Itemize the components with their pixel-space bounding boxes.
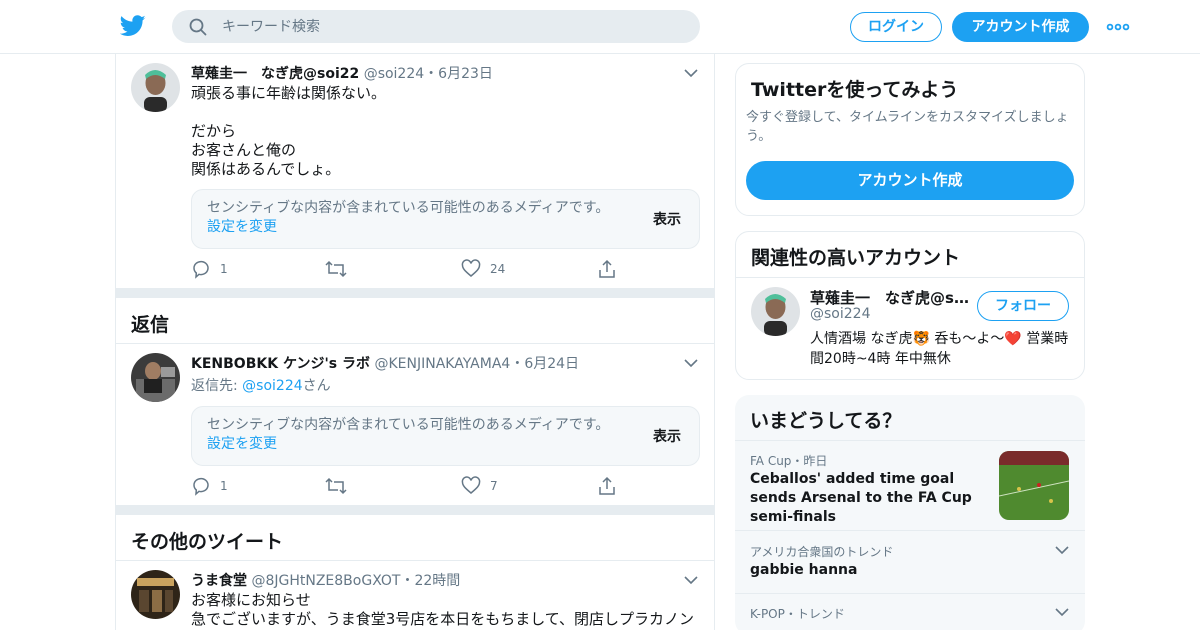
chevron-down-icon[interactable] <box>684 358 698 368</box>
account-bio: 人情酒場 なぎ虎🐯 呑も〜よ〜❤️ 営業時間20時~4時 年中無休 <box>810 331 1069 367</box>
change-settings-link[interactable]: 設定を変更 <box>207 219 277 235</box>
trend-item[interactable]: アメリカ合衆国のトレンド gabbie hanna <box>735 531 1085 593</box>
reply-to-handle-link[interactable]: @soi224 <box>242 378 302 394</box>
tweet[interactable]: 草薙圭一 なぎ虎@soi22 @soi224・6月23日 頑張る事に年齢は関係な… <box>116 54 714 288</box>
tweet[interactable]: KENBOBKK ケンジ's ラボ @KENJINAKAYAMA4・6月24日 … <box>116 344 714 505</box>
search-input[interactable] <box>222 10 682 43</box>
follow-button[interactable]: フォロー <box>977 291 1069 321</box>
twitter-bird-icon[interactable] <box>120 14 146 38</box>
separator-dot: ・ <box>400 573 415 589</box>
tweet-timestamp[interactable]: 6月24日 <box>524 356 579 372</box>
like-count: 24 <box>490 262 506 276</box>
sensitive-media-text: センシティブな内容が含まれている可能性のあるメディアです。設定を変更 <box>207 417 610 452</box>
related-accounts-title: 関連性の高いアカウント <box>751 247 961 269</box>
login-button[interactable]: ログイン <box>850 12 942 42</box>
signup-button[interactable]: アカウント作成 <box>952 12 1089 42</box>
tweet-author-handle[interactable]: @KENJINAKAYAMA4 <box>374 356 510 372</box>
divider <box>736 277 1084 278</box>
account-handle[interactable]: @soi224 <box>810 306 870 322</box>
tweet-text: 頑張る事に年齢は関係ない。 だから お客さんと俺の 関係はあるんでしょ。 <box>191 84 387 178</box>
avatar[interactable] <box>131 353 180 402</box>
tweet[interactable]: うま食堂 @8JGHtNZE8BoGXOT・22時間 お客様にお知らせ 急でござ… <box>116 561 714 630</box>
trends-card: いまどうしてる？ FA Cup・昨日 Ceballos' added time … <box>735 395 1085 630</box>
trend-item[interactable]: FA Cup・昨日 Ceballos' added time goal send… <box>735 395 1085 530</box>
retweet-icon <box>325 260 347 278</box>
related-accounts-card: 関連性の高いアカウント 草薙圭一 なぎ虎@soi22 @soi224 フォロー … <box>735 231 1085 380</box>
avatar[interactable] <box>751 287 800 336</box>
tweet-timestamp[interactable]: 6月23日 <box>438 66 493 82</box>
trend-meta: FA Cup・昨日 <box>750 454 828 468</box>
sensitive-media-notice: センシティブな内容が含まれている可能性のあるメディアです。設定を変更 表示 <box>191 189 700 249</box>
signup-promo-card: Twitterを使ってみよう 今すぐ登録して、タイムラインをカスタマイズしましょ… <box>735 63 1085 216</box>
search-icon <box>189 18 207 36</box>
like-count: 7 <box>490 479 498 493</box>
trend-meta: K-POP・トレンド <box>750 607 845 621</box>
like-button[interactable]: 24 <box>461 259 521 279</box>
top-navigation-bar: ログイン アカウント作成 <box>0 0 1200 54</box>
reply-icon <box>193 477 209 496</box>
retweet-icon <box>325 477 347 495</box>
share-button[interactable] <box>597 476 627 496</box>
change-settings-link[interactable]: 設定を変更 <box>207 436 277 452</box>
chevron-down-icon[interactable] <box>684 575 698 585</box>
reply-button[interactable]: 1 <box>191 259 251 279</box>
promo-title: Twitterを使ってみよう <box>751 79 959 101</box>
search-box[interactable] <box>172 10 700 43</box>
like-button[interactable]: 7 <box>461 476 521 496</box>
trend-title: gabbie hanna <box>750 562 858 578</box>
tweet-author-handle[interactable]: @8JGHtNZE8BoGXOT <box>251 573 400 589</box>
promo-subtitle: 今すぐ登録して、タイムラインをカスタマイズしましょう。 <box>746 110 1069 144</box>
share-icon <box>599 476 615 495</box>
tweet-author-name[interactable]: 草薙圭一 なぎ虎@soi22 <box>191 66 359 82</box>
trend-meta: アメリカ合衆国のトレンド <box>750 545 894 559</box>
show-media-button[interactable]: 表示 <box>653 209 681 229</box>
like-icon <box>461 476 481 494</box>
trend-title: Ceballos' added time goal sends Arsenal … <box>750 471 972 525</box>
share-button[interactable] <box>597 259 627 279</box>
main-timeline: 草薙圭一 なぎ虎@soi22 @soi224・6月23日 頑張る事に年齢は関係な… <box>115 54 715 630</box>
share-icon <box>599 259 615 278</box>
chevron-down-icon[interactable] <box>684 68 698 78</box>
tweet-text: お客様にお知らせ 急でございますが、うま食堂3号店を本日をもちまして、閉店しプラ… <box>191 591 695 628</box>
separator-dot: ・ <box>424 66 439 82</box>
account-name[interactable]: 草薙圭一 なぎ虎@soi22 <box>810 287 970 308</box>
tweet-author-name[interactable]: KENBOBKK ケンジ's ラボ <box>191 356 370 372</box>
more-dots-icon[interactable] <box>1106 20 1130 34</box>
sensitive-media-text: センシティブな内容が含まれている可能性のあるメディアです。設定を変更 <box>207 200 610 235</box>
avatar[interactable] <box>131 63 180 112</box>
separator-dot: ・ <box>510 356 525 372</box>
reply-count: 1 <box>220 479 228 493</box>
tweet-actions: 1 7 <box>191 476 631 496</box>
chevron-down-icon[interactable] <box>1055 545 1069 555</box>
replying-to: 返信先: @soi224さん <box>191 378 331 394</box>
reply-button[interactable]: 1 <box>191 476 251 496</box>
tweet-actions: 1 24 <box>191 259 631 279</box>
tweet-author-name[interactable]: うま食堂 <box>191 573 247 589</box>
retweet-button[interactable] <box>325 476 365 496</box>
more-tweets-heading: その他のツイート <box>131 531 284 553</box>
reply-count: 1 <box>220 262 228 276</box>
reply-icon <box>193 260 209 279</box>
section-separator <box>116 288 714 298</box>
retweet-button[interactable] <box>325 259 365 279</box>
tweet-author-handle[interactable]: @soi224 <box>364 66 424 82</box>
section-separator <box>116 505 714 515</box>
trend-thumbnail[interactable] <box>999 451 1069 520</box>
like-icon <box>461 259 481 277</box>
promo-signup-button[interactable]: アカウント作成 <box>746 161 1074 200</box>
replies-heading: 返信 <box>131 314 170 336</box>
sensitive-media-notice: センシティブな内容が含まれている可能性のあるメディアです。設定を変更 表示 <box>191 406 700 466</box>
trend-item[interactable]: K-POP・トレンド <box>735 594 1085 630</box>
chevron-down-icon[interactable] <box>1055 607 1069 617</box>
tweet-timestamp[interactable]: 22時間 <box>414 573 460 589</box>
show-media-button[interactable]: 表示 <box>653 426 681 446</box>
avatar[interactable] <box>131 570 180 619</box>
